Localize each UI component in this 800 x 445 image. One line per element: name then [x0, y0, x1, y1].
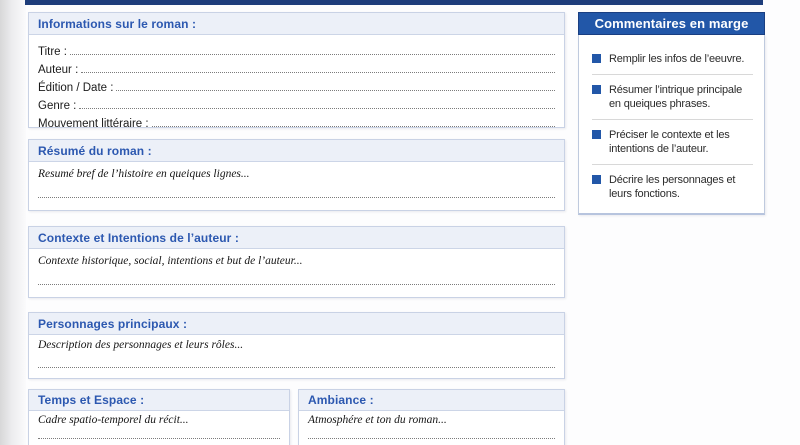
- field-label: Édition / Date :: [38, 82, 114, 94]
- section-resume-roman: Résumé du roman : Resumé bref de l’histo…: [28, 139, 565, 211]
- field-label: Genre :: [38, 100, 77, 112]
- margin-note: Préciser le contexte et les intentions d…: [592, 128, 753, 156]
- section-header: Ambiance :: [299, 390, 564, 411]
- write-line: [38, 353, 555, 368]
- write-line: [38, 269, 555, 285]
- field-label: Mouvement littéraire :: [38, 118, 149, 128]
- field-mouvement-litteraire: Mouvement littéraire :: [38, 112, 555, 128]
- placeholder-text: Atmosphére et ton du roman...: [308, 414, 447, 426]
- margin-note-text: Préciser le contexte et les intentions d…: [609, 129, 730, 155]
- section-contexte-intentions: Contexte et Intentions de l’auteur : Con…: [28, 226, 565, 298]
- section-header: Contexte et Intentions de l’auteur :: [29, 227, 564, 249]
- divider: [592, 164, 753, 165]
- bullet-square-icon: [592, 175, 601, 184]
- section-temps-espace: Temps et Espace : Cadre spatio-temporel …: [28, 389, 290, 445]
- section-ambiance: Ambiance : Atmosphére et ton du roman...: [298, 389, 565, 445]
- margin-comments-header: Commentaires en marge: [578, 12, 765, 35]
- write-line: [38, 198, 555, 210]
- field-label: Auteur :: [38, 64, 79, 76]
- field-write-line: [81, 72, 555, 73]
- section-header: Personnages principaux :: [29, 313, 564, 335]
- bullet-square-icon: [592, 54, 601, 63]
- margin-comments-title: Commentaires en marge: [594, 16, 749, 31]
- section-header: Informations sur le roman :: [29, 13, 564, 35]
- write-line: [38, 368, 555, 378]
- margin-note-text: Résumer l’intrique principale en queique…: [609, 84, 742, 110]
- section-informations-roman: Informations sur le roman : Titre : Aute…: [28, 12, 565, 128]
- field-titre: Titre :: [38, 40, 555, 58]
- bullet-square-icon: [592, 85, 601, 94]
- section-header: Résumé du roman :: [29, 140, 564, 162]
- field-genre: Genre :: [38, 94, 555, 112]
- write-line: [38, 182, 555, 198]
- section-body: Titre : Auteur : Édition / Date : Genre …: [29, 35, 564, 128]
- section-body: Atmosphére et ton du roman...: [299, 411, 564, 439]
- bullet-square-icon: [592, 130, 601, 139]
- placeholder-text: Contexte historique, social, intentions …: [38, 255, 303, 267]
- divider: [592, 74, 753, 75]
- section-body: Resumé bref de l’histoire en queiques li…: [29, 162, 564, 210]
- field-write-line: [151, 126, 555, 127]
- field-write-line: [79, 108, 555, 109]
- worksheet-page: Informations sur le roman : Titre : Aute…: [0, 0, 800, 445]
- margin-note: Résumer l’intrique principale en queique…: [592, 83, 753, 111]
- placeholder-text: Cadre spatio-temporel du récit...: [38, 414, 189, 426]
- margin-comments-panel: Commentaires en marge Remplir les infos …: [578, 12, 765, 215]
- section-title: Contexte et Intentions de l’auteur :: [38, 230, 239, 245]
- section-title: Personnages principaux :: [38, 316, 188, 331]
- field-label: Titre :: [38, 46, 67, 58]
- section-body: Cadre spatio-temporel du récit...: [29, 411, 289, 439]
- section-body: Description des personnages et leurs rôl…: [29, 335, 564, 378]
- write-line: [38, 427, 280, 439]
- section-header: Temps et Espace :: [29, 390, 289, 411]
- top-accent-bar: [25, 0, 763, 5]
- section-title: Ambiance :: [308, 393, 374, 407]
- field-write-line: [69, 54, 555, 55]
- margin-note-text: Remplir les infos de l’eeuvre.: [609, 53, 745, 65]
- section-title: Temps et Espace :: [38, 393, 145, 407]
- section-title: Résumé du roman :: [38, 143, 152, 158]
- field-auteur: Auteur :: [38, 58, 555, 76]
- field-write-line: [116, 90, 555, 91]
- margin-note: Remplir les infos de l’eeuvre.: [592, 52, 753, 66]
- margin-note-text: Décrire les personnages et leurs fonctio…: [609, 174, 736, 200]
- margin-note: Décrire les personnages et leurs fonctio…: [592, 173, 753, 201]
- field-edition-date: Édition / Date :: [38, 76, 555, 94]
- section-title: Informations sur le roman :: [38, 16, 197, 31]
- write-line: [38, 285, 555, 297]
- divider: [592, 119, 753, 120]
- section-personnages-principaux: Personnages principaux : Description des…: [28, 312, 565, 379]
- write-line: [308, 427, 555, 439]
- margin-comments-body: Remplir les infos de l’eeuvre. Résumer l…: [578, 35, 765, 215]
- section-body: Contexte historique, social, intentions …: [29, 249, 564, 297]
- placeholder-text: Description des personnages et leurs rôl…: [38, 339, 244, 351]
- page-left-margin: [0, 0, 26, 445]
- placeholder-text: Resumé bref de l’histoire en queiques li…: [38, 168, 250, 180]
